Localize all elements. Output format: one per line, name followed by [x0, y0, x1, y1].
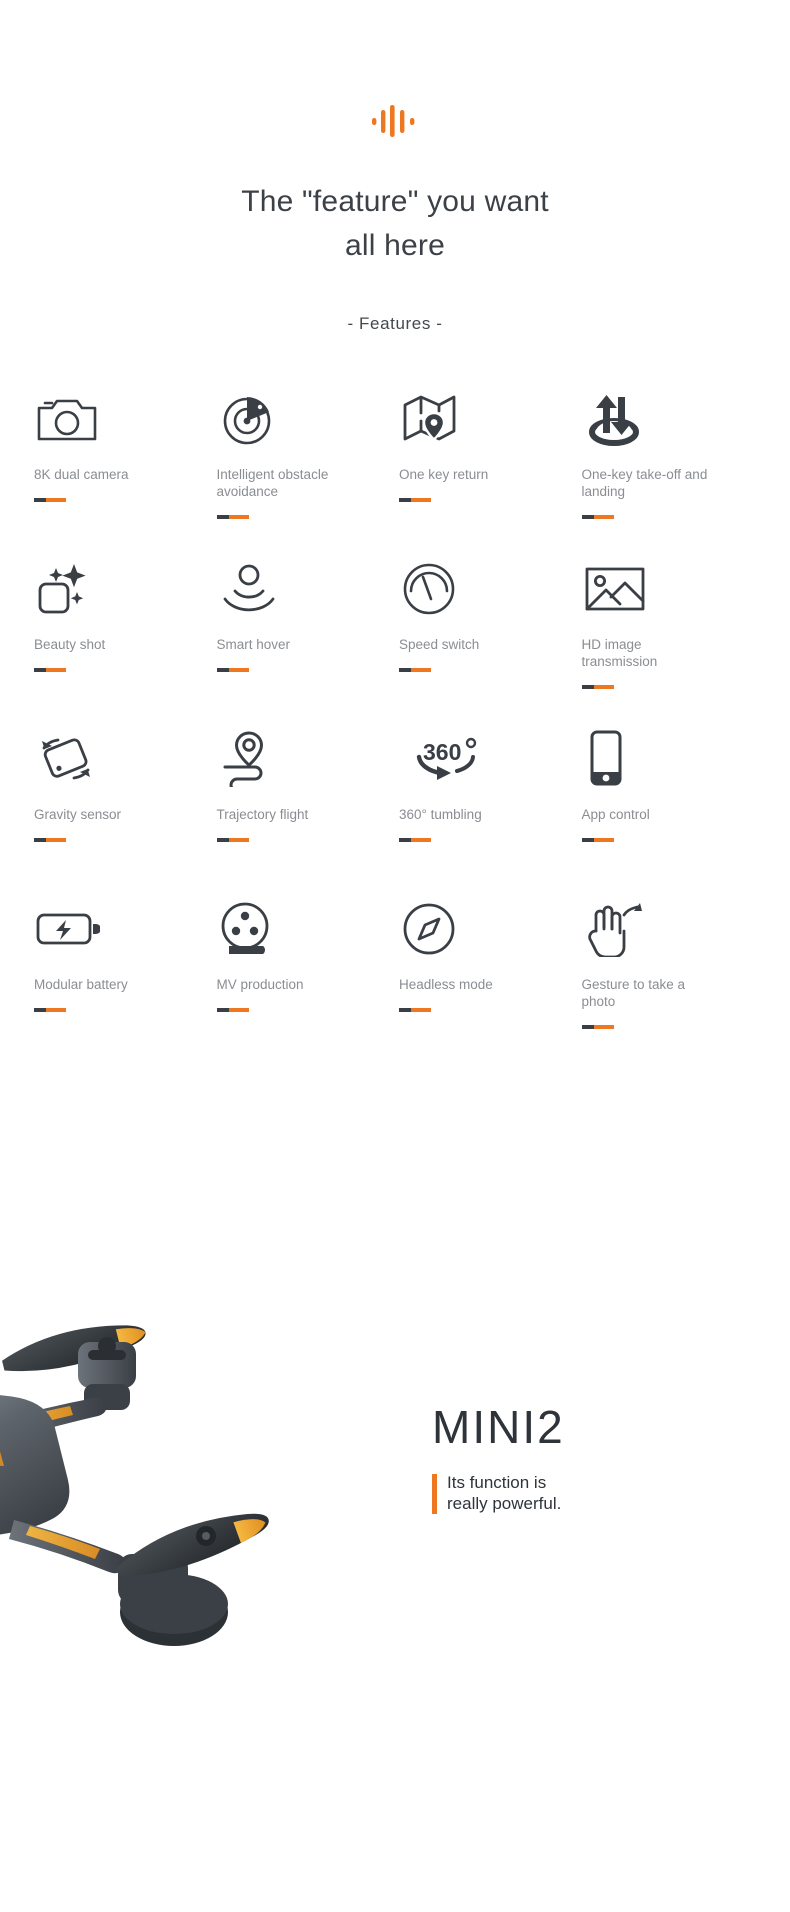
tagline-accent-bar — [432, 1474, 437, 1514]
feature-label: Trajectory flight — [216, 807, 309, 822]
accent-bar — [399, 837, 582, 842]
tagline-row: Its function is really powerful. — [432, 1472, 732, 1514]
feature-label: 8K dual camera — [34, 467, 129, 482]
accent-bar — [216, 837, 400, 842]
svg-text:360: 360 — [423, 739, 461, 765]
compass-icon — [399, 896, 582, 962]
feature-label: One-key take-off and landing — [581, 467, 708, 499]
product-showcase: MINI2 Its function is really powerful. — [0, 1224, 790, 1724]
battery-bolt-icon — [34, 896, 217, 962]
feature-label: App control — [581, 807, 650, 822]
trajectory-path-icon — [217, 726, 400, 792]
brand-name: MINI2 — [432, 1401, 565, 1453]
accent-bar — [581, 514, 765, 519]
feature-label: 360° tumbling — [399, 807, 482, 822]
feature-label: Gravity sensor — [34, 807, 122, 822]
feature-item-intelligent-obstacle-avoidance[interactable]: Intelligent obstacle avoidance — [216, 386, 400, 532]
tagline: Its function is really powerful. — [447, 1472, 561, 1514]
accent-bar — [399, 1007, 582, 1012]
feature-label: Beauty shot — [34, 637, 106, 652]
feature-item-gravity-sensor[interactable]: Gravity sensor — [34, 726, 217, 872]
beauty-sparkle-icon — [34, 556, 217, 622]
feature-item-360-tumbling[interactable]: 360 360° tumbling — [399, 726, 582, 872]
feature-item-gesture-to-take-a-photo[interactable]: Gesture to take a photo — [581, 896, 765, 1042]
folding-drone-photo — [0, 1234, 440, 1714]
page-headline: The "feature" you want all here — [0, 180, 790, 268]
feature-item-one-key-takeoff-landing[interactable]: One-key take-off and landing — [581, 386, 765, 532]
rotate-360-icon: 360 — [399, 726, 582, 792]
smartphone-icon — [582, 726, 765, 792]
feature-item-speed-switch[interactable]: Speed switch — [399, 556, 582, 702]
feature-label: Gesture to take a photo — [581, 977, 686, 1009]
gravity-sensor-icon — [34, 726, 217, 792]
section-label: - Features - — [347, 314, 443, 333]
accent-bar — [581, 1024, 765, 1029]
accent-bar — [34, 497, 217, 502]
audio-wave-icon — [0, 104, 790, 138]
film-reel-icon — [217, 896, 400, 962]
feature-item-hd-image-transmission[interactable]: HD image transmission — [581, 556, 765, 702]
headline-line-1: The "feature" you want — [241, 185, 549, 218]
takeoff-landing-icon — [582, 386, 765, 452]
feature-item-beauty-shot[interactable]: Beauty shot — [34, 556, 217, 702]
feature-item-trajectory-flight[interactable]: Trajectory flight — [216, 726, 400, 872]
feature-item-headless-mode[interactable]: Headless mode — [399, 896, 582, 1042]
image-picture-icon — [582, 556, 765, 622]
accent-bar — [581, 837, 765, 842]
accent-bar — [34, 667, 217, 672]
accent-bar — [581, 684, 765, 689]
camera-icon — [34, 386, 217, 452]
feature-label: Modular battery — [34, 977, 128, 992]
feature-item-app-control[interactable]: App control — [581, 726, 765, 872]
accent-bar — [399, 667, 582, 672]
feature-label: Intelligent obstacle avoidance — [216, 467, 329, 499]
accent-bar — [216, 1007, 400, 1012]
feature-label: HD image transmission — [581, 637, 658, 669]
feature-item-modular-battery[interactable]: Modular battery — [34, 896, 217, 1042]
tagline-line-1: Its function is — [447, 1473, 547, 1492]
accent-bar — [34, 837, 217, 842]
feature-label: Smart hover — [216, 637, 291, 652]
feature-label: One key return — [399, 467, 489, 482]
feature-label: Speed switch — [399, 637, 480, 652]
feature-label: Headless mode — [399, 977, 493, 992]
hover-signal-icon — [217, 556, 400, 622]
gesture-hand-icon — [582, 896, 765, 962]
feature-item-8k-dual-camera[interactable]: 8K dual camera — [34, 386, 217, 532]
product-branding: MINI2 Its function is really powerful. — [432, 1404, 732, 1514]
radar-obstacle-icon — [217, 386, 400, 452]
accent-bar — [34, 1007, 217, 1012]
feature-label: MV production — [216, 977, 304, 992]
feature-item-one-key-return[interactable]: One key return — [399, 386, 582, 532]
feature-item-smart-hover[interactable]: Smart hover — [216, 556, 400, 702]
map-pin-icon — [399, 386, 582, 452]
tagline-line-2: really powerful. — [447, 1494, 562, 1513]
accent-bar — [216, 667, 400, 672]
feature-item-mv-production[interactable]: MV production — [216, 896, 400, 1042]
speedometer-icon — [399, 556, 582, 622]
accent-bar — [216, 514, 400, 519]
headline-line-2: all here — [345, 229, 445, 262]
features-grid: 8K dual camera Intelligent obstacle avoi… — [0, 386, 790, 1042]
accent-bar — [399, 497, 582, 502]
